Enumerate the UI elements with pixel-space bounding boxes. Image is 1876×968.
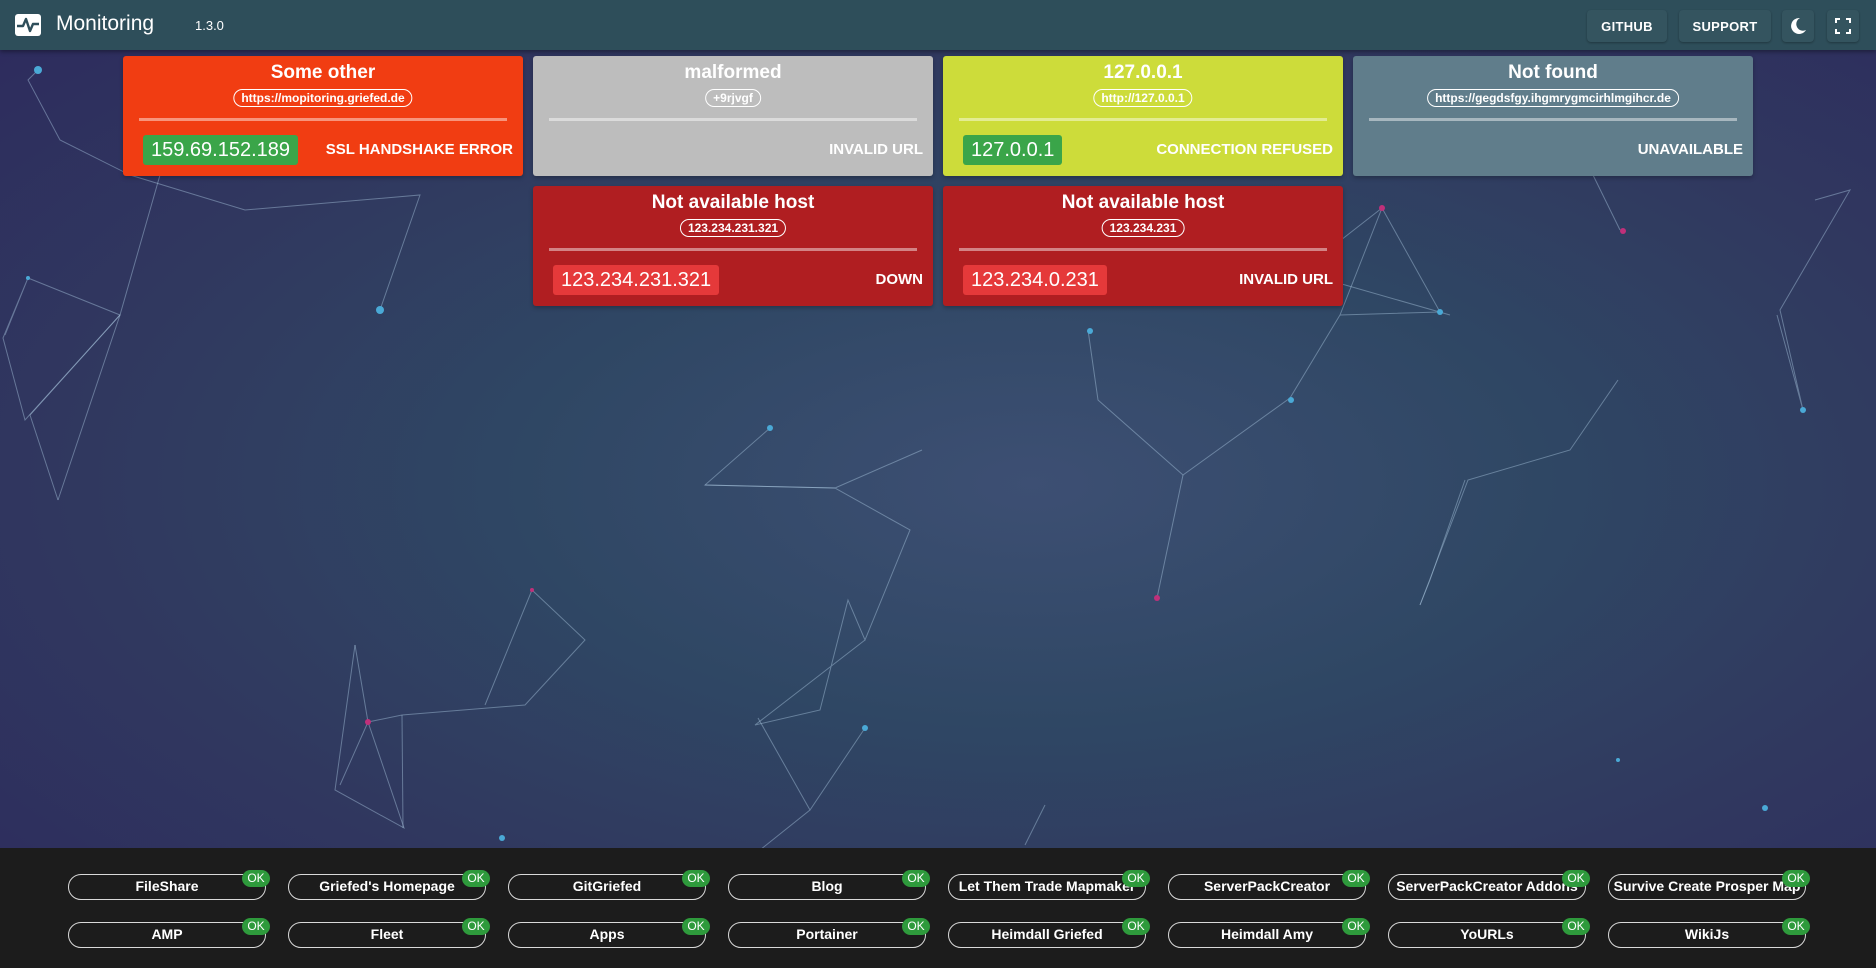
top-app-bar: Monitoring 1.3.0 GITHUB SUPPORT: [0, 0, 1876, 50]
card-divider: [139, 118, 507, 121]
app-version: 1.3.0: [195, 18, 224, 33]
ok-badge: OK: [682, 918, 710, 935]
service-pill[interactable]: Survive Create Prosper Map: [1608, 874, 1806, 900]
card-ip-badge: 123.234.0.231: [963, 265, 1107, 295]
card-url[interactable]: http://127.0.0.1: [1093, 89, 1193, 107]
card-status: SSL HANDSHAKE ERROR: [325, 141, 513, 158]
ok-badge: OK: [1122, 870, 1150, 887]
service-pill[interactable]: Apps: [508, 922, 706, 948]
card-status: INVALID URL: [829, 141, 923, 158]
card-title: malformed: [684, 62, 782, 83]
service-pill[interactable]: Blog: [728, 874, 926, 900]
ok-badge: OK: [1562, 918, 1590, 935]
status-card[interactable]: Not available host 123.234.231.321 123.2…: [533, 186, 933, 306]
service-pill[interactable]: Let Them Trade Mapmaker: [948, 874, 1146, 900]
ok-badge: OK: [462, 870, 490, 887]
service-pill[interactable]: Heimdall Amy: [1168, 922, 1366, 948]
ok-badge: OK: [462, 918, 490, 935]
card-divider: [1369, 118, 1737, 121]
card-status: UNAVAILABLE: [1637, 141, 1743, 158]
card-ip-badge: 159.69.152.189: [143, 135, 299, 165]
card-url[interactable]: +9rjvgf: [705, 89, 761, 107]
card-title: Not available host: [1061, 192, 1225, 213]
card-ip-badge: 123.234.231.321: [553, 265, 720, 295]
card-divider: [549, 118, 917, 121]
ok-badge: OK: [1782, 918, 1810, 935]
services-bar: FileShare OK Griefed's Homepage OK GitGr…: [0, 848, 1876, 968]
card-title: Some other: [270, 62, 376, 83]
card-title: 127.0.0.1: [1103, 62, 1183, 83]
card-divider: [549, 248, 917, 251]
card-title: Not found: [1508, 62, 1598, 83]
ok-badge: OK: [682, 870, 710, 887]
service-pill[interactable]: GitGriefed: [508, 874, 706, 900]
ok-badge: OK: [1342, 918, 1370, 935]
service-pill[interactable]: AMP: [68, 922, 266, 948]
app-title: Monitoring: [56, 12, 155, 35]
status-card[interactable]: Not available host 123.234.231 123.234.0…: [943, 186, 1343, 306]
ok-badge: OK: [1562, 870, 1590, 887]
card-url[interactable]: 123.234.231: [1101, 219, 1185, 237]
ok-badge: OK: [902, 918, 930, 935]
service-pill[interactable]: Fleet: [288, 922, 486, 948]
support-button[interactable]: SUPPORT: [1679, 10, 1771, 42]
github-button[interactable]: GITHUB: [1587, 10, 1667, 42]
heartbeat-icon: [15, 14, 41, 36]
status-card[interactable]: Not found https://gegdsfgy.ihgmrygmcirhl…: [1353, 56, 1753, 176]
ok-badge: OK: [1342, 870, 1370, 887]
service-pill[interactable]: ServerPackCreator: [1168, 874, 1366, 900]
ok-badge: OK: [902, 870, 930, 887]
service-pill[interactable]: Griefed's Homepage: [288, 874, 486, 900]
card-status: CONNECTION REFUSED: [1156, 141, 1333, 158]
service-pill[interactable]: ServerPackCreator Addons: [1388, 874, 1586, 900]
service-pill[interactable]: Portainer: [728, 922, 926, 948]
moon-icon: [1791, 17, 1806, 34]
ok-badge: OK: [242, 870, 270, 887]
card-divider: [959, 248, 1327, 251]
status-card[interactable]: 127.0.0.1 http://127.0.0.1 127.0.0.1 CON…: [943, 56, 1343, 176]
fullscreen-button[interactable]: [1827, 10, 1859, 42]
card-status: DOWN: [875, 271, 924, 288]
status-card[interactable]: Some other https://mopitoring.griefed.de…: [123, 56, 523, 176]
service-pill[interactable]: Heimdall Griefed: [948, 922, 1146, 948]
card-status: INVALID URL: [1239, 271, 1333, 288]
card-divider: [959, 118, 1327, 121]
card-url[interactable]: https://mopitoring.griefed.de: [233, 89, 413, 107]
service-pill[interactable]: FileShare: [68, 874, 266, 900]
card-url[interactable]: https://gegdsfgy.ihgmrygmcirhlmgihcr.de: [1427, 89, 1679, 107]
card-title: Not available host: [651, 192, 815, 213]
ok-badge: OK: [242, 918, 270, 935]
service-pill[interactable]: WikiJs: [1608, 922, 1806, 948]
service-pill[interactable]: YoURLs: [1388, 922, 1586, 948]
ok-badge: OK: [1782, 870, 1810, 887]
card-url[interactable]: 123.234.231.321: [679, 219, 787, 237]
ok-badge: OK: [1122, 918, 1150, 935]
card-ip-badge: 127.0.0.1: [963, 135, 1063, 165]
status-card[interactable]: malformed +9rjvgf INVALID URL: [533, 56, 933, 176]
theme-toggle-button[interactable]: [1782, 10, 1814, 42]
fullscreen-icon: [1835, 18, 1851, 34]
